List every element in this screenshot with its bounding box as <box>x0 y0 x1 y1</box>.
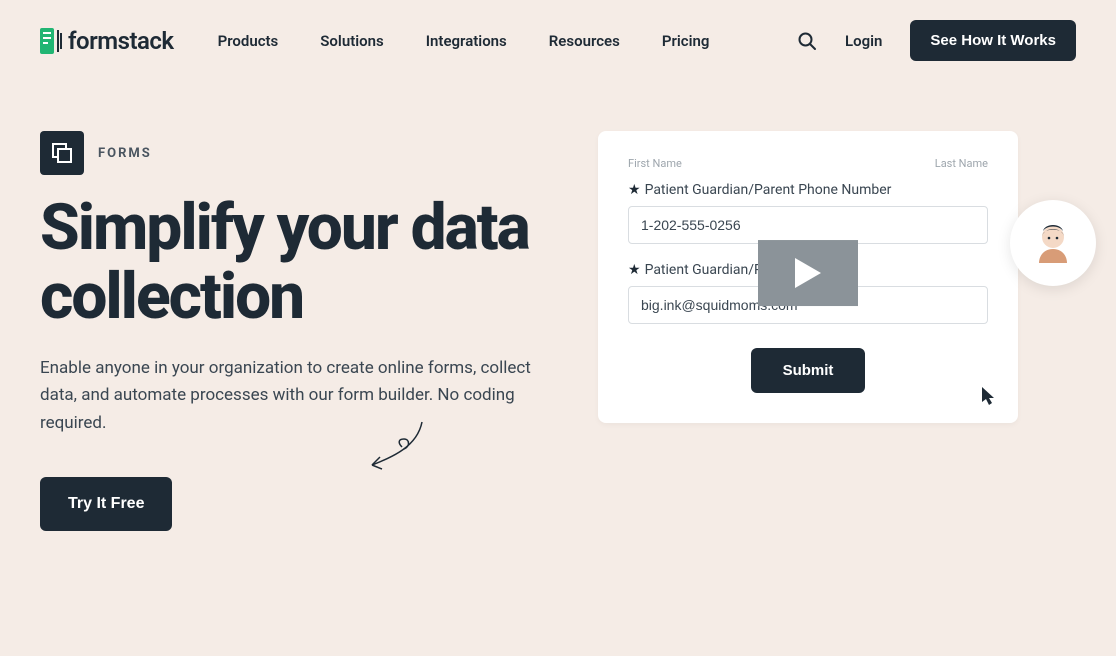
nav-resources[interactable]: Resources <box>549 32 620 50</box>
play-icon <box>795 258 821 288</box>
phone-input[interactable] <box>628 206 988 244</box>
nav-integrations[interactable]: Integrations <box>426 32 507 50</box>
last-name-label: Last Name <box>935 157 988 170</box>
first-name-label: First Name <box>628 157 682 170</box>
forms-icon <box>40 131 84 175</box>
play-button[interactable] <box>758 240 858 306</box>
required-star-icon: ★ <box>628 262 641 278</box>
login-link[interactable]: Login <box>845 32 882 50</box>
page-subtitle: Enable anyone in your organization to cr… <box>40 355 538 437</box>
submit-button[interactable]: Submit <box>751 348 866 393</box>
main-nav: Products Solutions Integrations Resource… <box>218 32 710 50</box>
nav-solutions[interactable]: Solutions <box>320 32 383 50</box>
logo[interactable]: formstack <box>40 27 174 55</box>
name-row-labels: First Name Last Name <box>628 157 988 170</box>
header: formstack Products Solutions Integration… <box>0 0 1116 81</box>
required-star-icon: ★ <box>628 182 641 198</box>
product-badge: FORMS <box>40 131 538 175</box>
try-it-free-button[interactable]: Try It Free <box>40 477 172 531</box>
arrow-doodle-icon <box>362 417 432 481</box>
logo-text: formstack <box>68 27 174 55</box>
page-title: Simplify your data collection <box>40 193 538 331</box>
cursor-icon <box>982 387 996 409</box>
see-how-it-works-button[interactable]: See How It Works <box>910 20 1076 61</box>
nav-products[interactable]: Products <box>218 32 279 50</box>
video-preview-card: First Name Last Name ★ Patient Guardian/… <box>598 131 1018 423</box>
nav-pricing[interactable]: Pricing <box>662 32 710 50</box>
hero: FORMS Simplify your data collection Enab… <box>0 81 1116 531</box>
chat-assistant-button[interactable] <box>1010 200 1096 286</box>
logo-mark-icon <box>40 28 62 54</box>
search-icon[interactable] <box>797 31 817 51</box>
phone-field-label: ★ Patient Guardian/Parent Phone Number <box>628 182 988 198</box>
badge-label: FORMS <box>98 146 152 161</box>
assistant-avatar-icon <box>1029 219 1077 267</box>
hero-left: FORMS Simplify your data collection Enab… <box>40 131 538 531</box>
hero-right: First Name Last Name ★ Patient Guardian/… <box>578 131 1076 531</box>
